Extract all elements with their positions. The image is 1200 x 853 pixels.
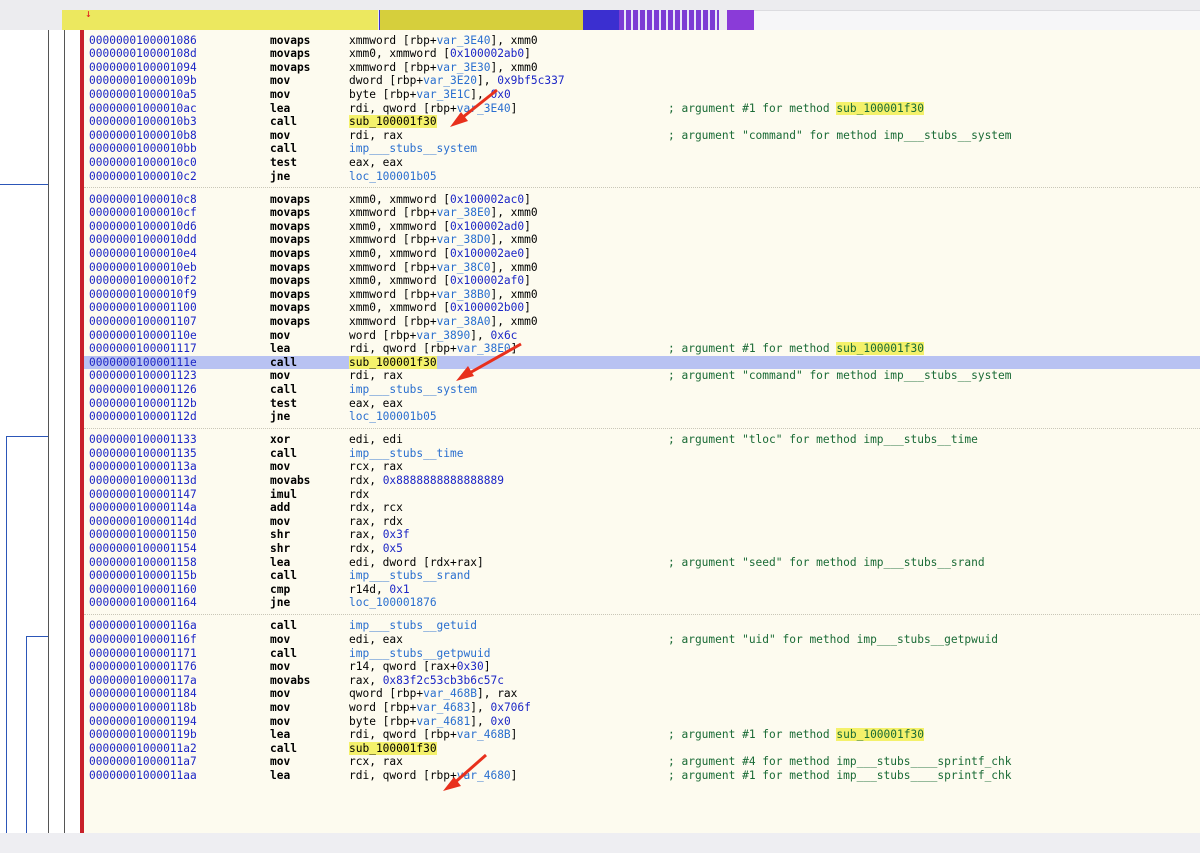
annotation-arrow bbox=[443, 753, 487, 791]
annotation-arrow bbox=[456, 342, 522, 381]
annotation-arrow bbox=[450, 88, 498, 127]
annotation-overlay bbox=[443, 88, 522, 791]
